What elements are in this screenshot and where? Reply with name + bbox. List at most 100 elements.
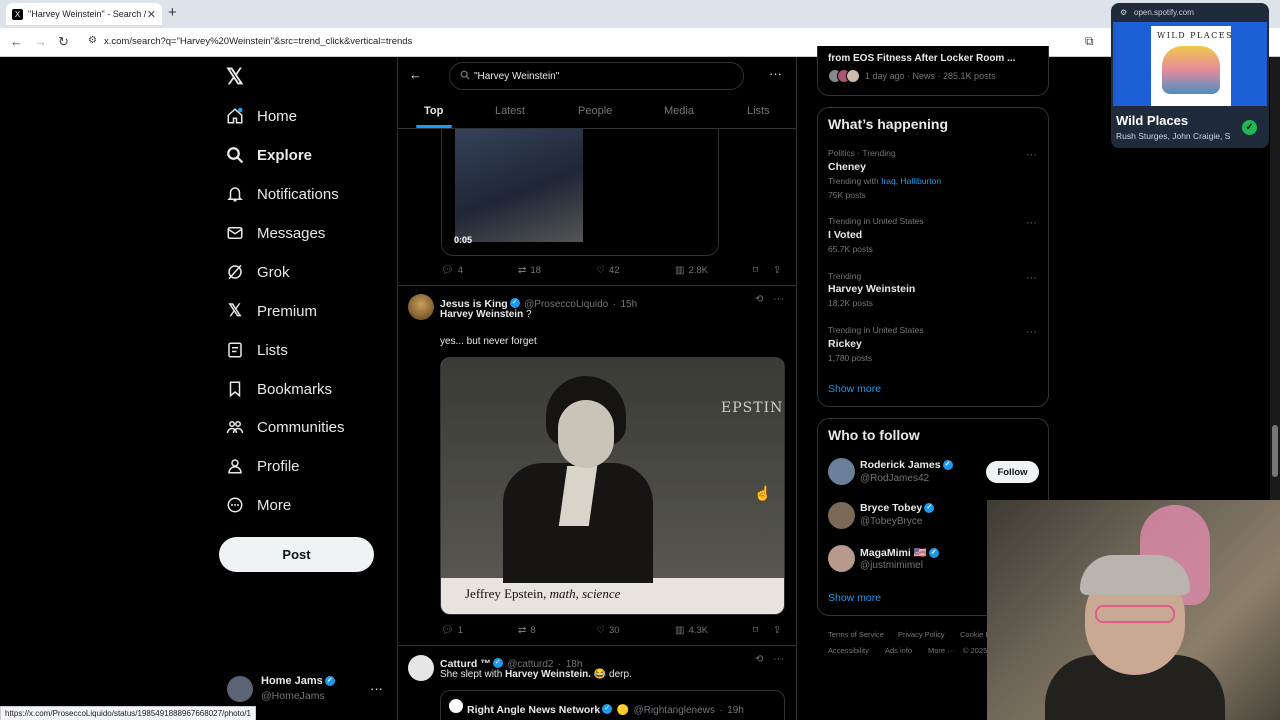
new-tab-button[interactable]: + [168,4,177,21]
scrollbar-thumb[interactable] [1272,425,1278,477]
show-more-trends[interactable]: Show more [828,383,881,395]
repost-button[interactable]: ⇄ 18 [518,265,541,276]
tab-close-icon[interactable]: ✕ [147,8,156,21]
trend-more-icon[interactable]: ··· [1026,326,1037,338]
post-text-line1: Harvey Weinstein ? [440,309,532,320]
account-more-icon[interactable]: ··· [370,681,383,696]
news-title[interactable]: from EOS Fitness After Locker Room ... [828,53,1015,64]
forward-arrow-icon[interactable]: → [34,34,47,49]
suggested-user-name[interactable]: Bryce Tobey ✓ [860,502,935,514]
grok-analyze-icon[interactable]: ⟲ [755,294,763,305]
reload-icon[interactable]: ↻ [58,34,69,50]
avatar[interactable] [828,458,855,485]
suggested-user-name[interactable]: Roderick James ✓ [860,459,953,471]
search-icon [226,146,244,164]
trend-related: Trending with Iraq, Halliburton [828,176,941,186]
views-button[interactable]: ▥ 4.3K [675,625,708,636]
avatar[interactable] [828,502,855,529]
views-chart-icon: ▥ [675,625,685,636]
nav-label: Profile [257,457,300,475]
nav-profile[interactable]: Profile [226,451,300,481]
back-arrow-icon[interactable]: ← [10,34,23,49]
show-more-follows[interactable]: Show more [828,592,881,604]
yellow-circle-emoji: 🟡 [616,705,630,716]
footer-link[interactable]: Cookie P [960,630,990,639]
trend-title[interactable]: Harvey Weinstein [828,283,915,295]
nav-home[interactable]: Home [226,101,297,131]
trend-title[interactable]: Rickey [828,338,862,350]
repost-button[interactable]: ⇄ 8 [518,625,536,636]
trend-title[interactable]: Cheney [828,161,866,173]
x-logo-icon[interactable]: 𝕏 [226,64,244,90]
post-more-icon[interactable]: ··· [773,293,784,305]
tab-top[interactable]: Top [424,105,443,117]
install-app-icon[interactable]: ⧉ [1085,34,1094,49]
tab-latest[interactable]: Latest [495,105,525,117]
site-info-icon[interactable]: ⚙ [88,35,97,46]
avatar[interactable] [408,655,434,681]
url-text[interactable]: x.com/search?q="Harvey%20Weinstein"&src=… [104,36,412,47]
album-art-illustration [1162,46,1220,94]
saved-check-icon[interactable]: ✓ [1242,120,1257,135]
tab-media[interactable]: Media [664,105,694,117]
view-count: 2.8K [688,265,708,276]
share-button[interactable]: ⇪ [773,265,785,276]
footer-link[interactable]: Ads info [885,646,912,655]
track-artists[interactable]: Rush Sturges, John Craigie, St [1116,131,1230,141]
nav-more[interactable]: More [226,490,291,520]
nav-lists[interactable]: Lists [226,335,288,365]
views-button[interactable]: ▥ 2.8K [675,265,708,276]
like-button[interactable]: ♡ 30 [596,625,620,636]
bookmark-icon: ⌑ [753,265,759,276]
nav-bookmarks[interactable]: Bookmarks [226,374,332,404]
account-avatar[interactable] [227,676,253,702]
nav-premium[interactable]: 𝕏 Premium [226,296,317,326]
footer-link[interactable]: Privacy Policy [898,630,945,639]
reply-button[interactable]: 💬︎ 1 [441,625,463,636]
nav-explore[interactable]: Explore [226,140,312,170]
post-photo[interactable]: EPSTIN Jeffrey Epstein, math, science [440,357,785,615]
photo-caption: Jeffrey Epstein, math, science [465,586,620,602]
tab-people[interactable]: People [578,105,612,117]
heart-icon: ♡ [596,265,605,276]
trend-title[interactable]: I Voted [828,229,862,241]
footer-link[interactable]: Terms of Service [828,630,884,639]
nav-messages[interactable]: Messages [226,218,325,248]
footer-link[interactable]: Accessibility [828,646,869,655]
track-title[interactable]: Wild Places [1116,113,1188,128]
browser-tab[interactable]: X "Harvey Weinstein" - Search / X ✕ [6,3,162,25]
avatar[interactable] [408,294,434,320]
more-circle-icon [226,496,244,514]
trend-more-icon[interactable]: ··· [1026,217,1037,229]
nav-communities[interactable]: Communities [226,412,345,442]
avatar[interactable] [828,545,855,572]
like-button[interactable]: ♡ 42 [596,265,620,276]
nav-label: Notifications [257,185,339,203]
back-arrow-icon[interactable]: ← [409,67,422,82]
trend-related-links[interactable]: Iraq, Halliburton [881,176,941,186]
grok-icon [226,263,244,281]
verified-badge-icon: ✓ [324,676,335,687]
post-time[interactable]: 15h [621,299,638,310]
post-more-icon[interactable]: ··· [773,653,784,665]
search-input[interactable]: "Harvey Weinstein" [449,62,744,90]
suggested-user-name[interactable]: MagaMimi 🇺🇸 ✓ [860,546,939,559]
bookmark-button[interactable]: ⌑ [753,265,762,276]
nav-notifications[interactable]: Notifications [226,179,339,209]
footer-link[interactable]: More ··· [928,646,955,655]
bookmark-button[interactable]: ⌑ [753,625,762,636]
nav-grok[interactable]: Grok [226,257,290,287]
reply-button[interactable]: 💬︎ 4 [441,265,463,276]
nav-label: Messages [257,224,326,242]
follow-button[interactable]: Follow [986,461,1039,483]
trend-more-icon[interactable]: ··· [1026,272,1037,284]
grok-analyze-icon[interactable]: ⟲ [755,654,763,665]
search-more-icon[interactable]: ··· [769,66,782,81]
share-button[interactable]: ⇪ [773,625,785,636]
post-author-handle[interactable]: @ProseccoLiquido [524,299,608,310]
account-name[interactable]: Home Jams ✓ [261,675,335,687]
tab-lists[interactable]: Lists [747,105,770,117]
trend-more-icon[interactable]: ··· [1026,149,1037,161]
nav-label: More [257,496,292,514]
post-button[interactable]: Post [219,537,374,572]
